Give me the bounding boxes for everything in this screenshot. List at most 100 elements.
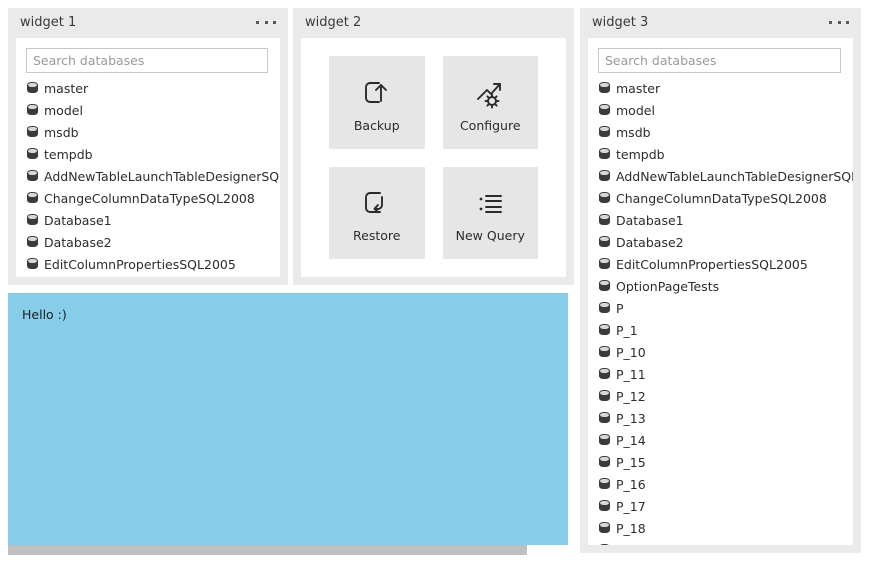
search-input[interactable] xyxy=(598,48,841,73)
database-icon xyxy=(26,103,39,117)
widget-3-body: master model msdb tempdb AddNewTableLaunchTa… xyxy=(588,38,853,545)
widget-1-header: widget 1 xyxy=(8,8,288,38)
database-list-item[interactable]: P_13 xyxy=(598,407,853,429)
database-list-item[interactable]: P_19 xyxy=(598,539,853,545)
database-name: EditColumnPropertiesSQL2005 xyxy=(616,257,808,272)
database-list-item[interactable]: msdb xyxy=(598,121,853,143)
horizontal-scrollbar[interactable] xyxy=(8,545,527,555)
database-name: P_11 xyxy=(616,367,646,382)
database-list-item[interactable]: P_17 xyxy=(598,495,853,517)
database-list-item[interactable]: ChangeColumnDataTypeSQL2008 xyxy=(26,187,280,209)
database-list-item[interactable]: P_12 xyxy=(598,385,853,407)
database-list-item[interactable]: Database1 xyxy=(26,209,280,231)
database-name: P_13 xyxy=(616,411,646,426)
database-icon xyxy=(598,521,611,535)
database-name: P_19 xyxy=(616,543,646,546)
database-name: model xyxy=(616,103,655,118)
database-list-item[interactable]: AddNewTableLaunchTableDesignerSQL2 xyxy=(26,165,280,187)
database-icon xyxy=(26,191,39,205)
new-query-icon xyxy=(473,182,507,226)
dashboard-root: widget 1 mastermodelmsdbtempdbAddNewTabl… xyxy=(0,0,877,576)
database-list-item[interactable]: OptionPageTests xyxy=(598,275,853,297)
widget-2: widget 2 Backup Configure Restore New Query xyxy=(293,8,574,285)
database-list[interactable]: master model msdb tempdbAddNewTableLaunchTa… xyxy=(16,77,280,275)
database-list-item[interactable]: P_15 xyxy=(598,451,853,473)
widget-2-header: widget 2 xyxy=(293,8,574,38)
database-icon xyxy=(598,279,611,293)
tile-label: New Query xyxy=(456,228,525,243)
database-list-item[interactable]: tempdb xyxy=(598,143,853,165)
database-list[interactable]: master model msdb tempdb AddNewTableLaunchTa… xyxy=(588,77,853,545)
database-list-item[interactable]: Database2 xyxy=(26,231,280,253)
database-list-item[interactable]: master xyxy=(598,77,853,99)
database-icon xyxy=(598,235,611,249)
database-name: master xyxy=(44,81,88,96)
database-icon xyxy=(26,213,39,227)
ellipsis-icon[interactable] xyxy=(256,18,276,26)
widget-2-title: widget 2 xyxy=(305,15,361,30)
tile-configure[interactable]: Configure xyxy=(443,56,539,149)
database-name: msdb xyxy=(616,125,651,140)
database-list-item[interactable]: P_1 xyxy=(598,319,853,341)
database-icon xyxy=(26,257,39,271)
database-icon xyxy=(598,389,611,403)
database-name: ChangeColumnDataTypeSQL2008 xyxy=(44,191,255,206)
database-name: P_16 xyxy=(616,477,646,492)
ellipsis-icon[interactable] xyxy=(829,18,849,26)
database-list-item[interactable]: master xyxy=(26,77,280,99)
database-icon xyxy=(598,147,611,161)
database-list-item[interactable]: tempdb xyxy=(26,143,280,165)
database-icon xyxy=(598,191,611,205)
database-name: P_17 xyxy=(616,499,646,514)
database-list-item[interactable]: P_14 xyxy=(598,429,853,451)
database-list-item[interactable]: P xyxy=(598,297,853,319)
database-name: Database1 xyxy=(44,213,112,228)
database-name: ChangeColumnDataTypeSQL2008 xyxy=(616,191,827,206)
widget-3: widget 3 master model msdb tempdb AddNewTabl… xyxy=(580,8,861,553)
database-name: master xyxy=(616,81,660,96)
database-name: P xyxy=(616,301,624,316)
database-icon xyxy=(598,455,611,469)
database-list-item[interactable]: P_18 xyxy=(598,517,853,539)
database-list-item[interactable]: model xyxy=(26,99,280,121)
database-name: Database1 xyxy=(616,213,684,228)
database-name: AddNewTableLaunchTableDesignerSQL2 xyxy=(616,169,853,184)
widget-1: widget 1 master model msdb tempdbAddNewTabl… xyxy=(8,8,288,285)
database-list-item[interactable]: P_11 xyxy=(598,363,853,385)
database-icon xyxy=(26,169,39,183)
backup-icon xyxy=(360,72,394,116)
database-list-item[interactable]: EditColumnPropertiesSQL2005 xyxy=(26,253,280,275)
database-list-item[interactable]: Database2 xyxy=(598,231,853,253)
database-list-item[interactable]: ChangeColumnDataTypeSQL2008 xyxy=(598,187,853,209)
restore-icon xyxy=(360,182,394,226)
database-list-item[interactable]: AddNewTableLaunchTableDesignerSQL2 xyxy=(598,165,853,187)
database-list-item[interactable]: EditColumnPropertiesSQL2005 xyxy=(598,253,853,275)
database-list-item[interactable]: msdb xyxy=(26,121,280,143)
database-name: Database2 xyxy=(616,235,684,250)
widget-1-title: widget 1 xyxy=(20,15,76,30)
database-list-item[interactable]: P_16 xyxy=(598,473,853,495)
tile-new-query[interactable]: New Query xyxy=(443,167,539,260)
search-input[interactable] xyxy=(26,48,268,73)
database-icon xyxy=(26,81,39,95)
database-list-item[interactable]: Database1 xyxy=(598,209,853,231)
tile-backup[interactable]: Backup xyxy=(329,56,425,149)
widget-2-body: Backup Configure Restore New Query xyxy=(301,38,566,277)
database-list-item[interactable]: P_10 xyxy=(598,341,853,363)
widget-1-body: master model msdb tempdbAddNewTableLaunchTa… xyxy=(16,38,280,277)
database-icon xyxy=(26,147,39,161)
tile-label: Configure xyxy=(460,118,521,133)
database-icon xyxy=(26,125,39,139)
database-icon xyxy=(598,213,611,227)
database-name: Database2 xyxy=(44,235,112,250)
database-name: OptionPageTests xyxy=(616,279,719,294)
database-list-item[interactable]: model xyxy=(598,99,853,121)
widget-3-header: widget 3 xyxy=(580,8,861,38)
note-panel[interactable]: Hello :) xyxy=(8,293,568,545)
database-name: model xyxy=(44,103,83,118)
database-icon xyxy=(598,499,611,513)
database-icon xyxy=(598,345,611,359)
database-icon xyxy=(598,367,611,381)
database-name: msdb xyxy=(44,125,79,140)
tile-restore[interactable]: Restore xyxy=(329,167,425,260)
